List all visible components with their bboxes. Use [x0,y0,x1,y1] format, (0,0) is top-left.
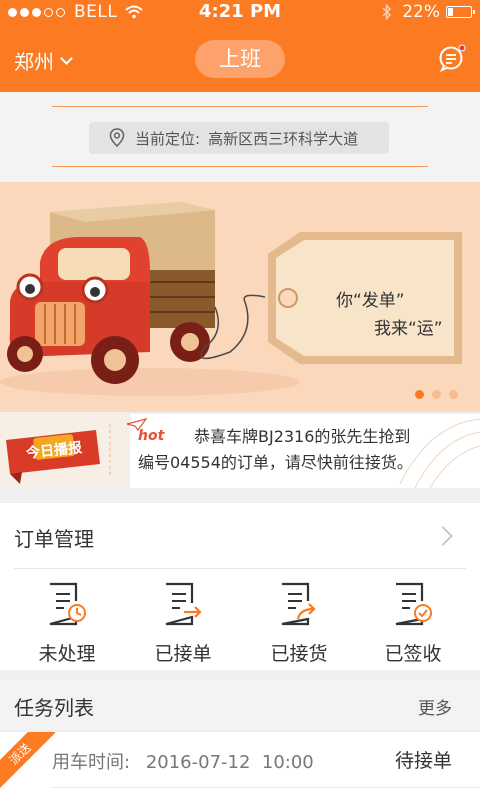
divider [14,568,466,569]
divider [52,106,428,107]
order-status-pending[interactable]: 未处理 [12,581,122,666]
task-tag: 派送 [0,732,56,790]
order-status-picked-up[interactable]: 已接货 [244,581,354,666]
task-status: 待接单 [394,750,452,772]
more-button[interactable]: 更多 [418,694,452,719]
order-status-label: 未处理 [38,643,96,665]
task-list-header: 任务列表 更多 [0,680,480,730]
news-ticker[interactable]: 今日播报 hot 恭喜车牌BJ2316的张先生抢到 编号04554的订单，请尽快… [0,414,480,488]
order-status-label: 已签收 [384,643,442,665]
pager-dot[interactable] [449,390,458,399]
news-content: 恭喜车牌BJ2316的张先生抢到 编号04554的订单，请尽快前往接货。 [138,424,413,476]
order-status-label: 已接货 [270,643,328,665]
chevron-right-icon[interactable] [433,526,453,546]
news-line-2: 编号04554的订单，请尽快前往接货。 [138,453,413,472]
location-label: 当前定位: [135,129,201,148]
task-time-value: 2016-07-12 10:00 [145,752,314,773]
task-time-label: 用车时间: [52,752,131,773]
pager-dot[interactable] [432,390,441,399]
battery-group: 22% [382,2,475,22]
app-header: BELL 4:21 PM 22% 郑州 上班 [0,0,480,92]
city-name: 郑州 [14,50,54,74]
check-doc-icon [395,582,432,626]
news-line-1: 恭喜车牌BJ2316的张先生抢到 [194,427,411,446]
task-time: 用车时间: 2016-07-12 10:00 [52,748,314,774]
task-row[interactable]: 派送 用车时间: 2016-07-12 10:00 待接单 [0,732,480,800]
current-location[interactable]: 当前定位: 高新区西三环科学大道 [89,122,389,154]
banner-line-2: 我来“运” [374,319,443,339]
section-title: 任务列表 [14,696,94,720]
banner-pager [415,390,458,399]
bluetooth-icon [382,4,392,20]
order-status-label: 已接单 [154,643,212,665]
message-icon[interactable] [438,44,466,72]
status-bar: BELL 4:21 PM 22% [0,0,480,24]
top-nav: 郑州 上班 [0,32,480,88]
decorative-swirl [399,418,480,488]
location-section: 当前定位: 高新区西三环科学大道 [0,92,480,182]
city-selector[interactable]: 郑州 [14,46,73,75]
pager-dot-active[interactable] [415,390,424,399]
divider [52,787,480,788]
promo-banner[interactable]: 你“发单” 我来“运” [0,182,480,412]
location-pin-icon [109,128,125,148]
battery-percent: 22% [402,2,440,22]
location-address: 高新区西三环科学大道 [208,129,359,148]
arrow-doc-icon [165,582,202,626]
order-management: 订单管理 未处理 已接单 已接货 已签收 [0,503,480,670]
battery-icon [446,6,475,18]
delivery-ribbon: 派送 [0,732,60,792]
clock-doc-icon [49,582,86,626]
clock-in-button[interactable]: 上班 [195,40,285,78]
banner-line-1: 你“发单” [336,291,405,311]
truck-illustration [0,202,462,396]
send-doc-icon [281,582,316,626]
order-status-signed[interactable]: 已签收 [358,581,468,666]
section-title: 订单管理 [14,527,94,551]
order-status-accepted[interactable]: 已接单 [128,581,238,666]
chevron-down-icon [60,52,73,65]
divider [52,166,428,167]
